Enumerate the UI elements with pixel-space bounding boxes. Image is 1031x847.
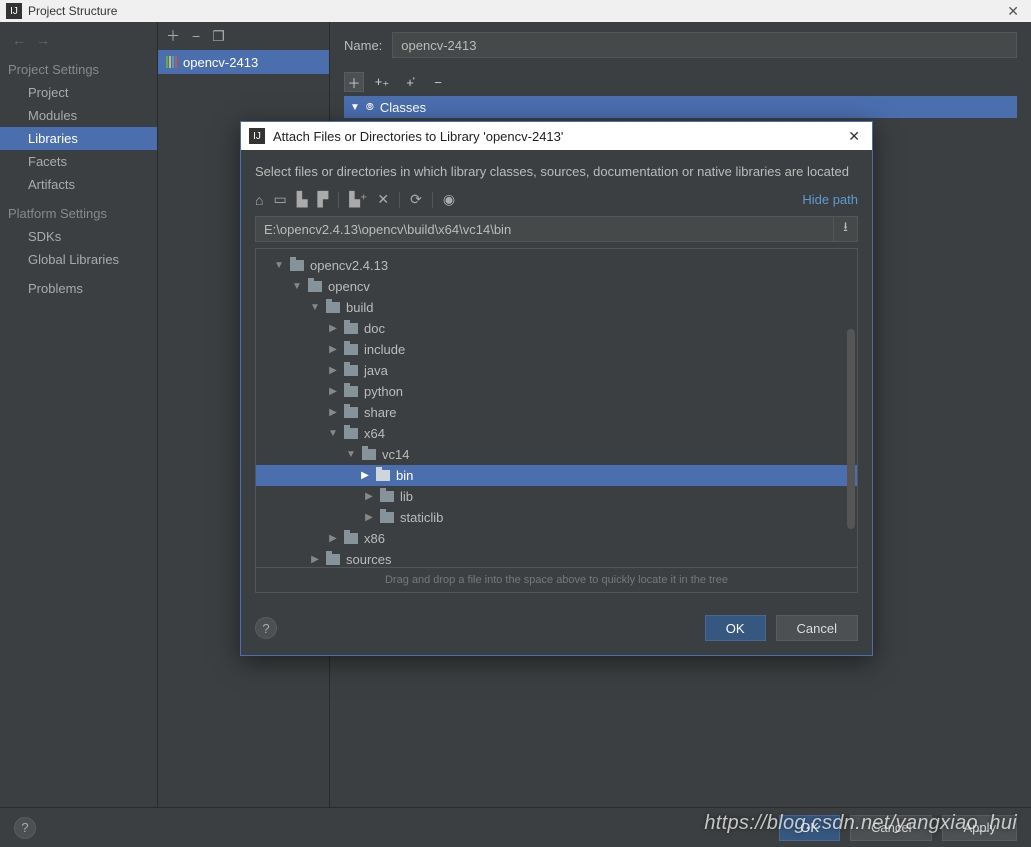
desktop-icon[interactable]: ▭	[273, 191, 286, 208]
chevron-right-icon[interactable]: ▶	[364, 512, 374, 523]
tree-row-label: lib	[400, 489, 413, 504]
tree-row-label: doc	[364, 321, 385, 336]
folder-icon	[344, 323, 358, 334]
tree-row-label: build	[346, 300, 373, 315]
delete-icon[interactable]: ✕	[377, 191, 389, 208]
tree-row-label: x64	[364, 426, 385, 441]
tree-row-label: staticlib	[400, 510, 443, 525]
toolbar-separator	[338, 192, 339, 208]
attach-files-dialog: IJ Attach Files or Directories to Librar…	[240, 121, 873, 656]
modal-overlay: IJ Attach Files or Directories to Librar…	[0, 0, 1031, 847]
tree-row-lib[interactable]: ▶ lib	[260, 486, 853, 507]
folder-icon	[344, 533, 358, 544]
folder-icon	[344, 344, 358, 355]
folder-icon	[344, 386, 358, 397]
folder-icon	[326, 302, 340, 313]
tree-row-label: include	[364, 342, 405, 357]
chevron-right-icon[interactable]: ▶	[328, 386, 338, 397]
dialog-message: Select files or directories in which lib…	[255, 164, 858, 179]
tree-row-opencv[interactable]: ▼ opencv	[260, 276, 853, 297]
new-folder-icon[interactable]: ▙⁺	[349, 191, 367, 208]
tree-row-label: opencv2.4.13	[310, 258, 388, 273]
hide-path-link[interactable]: Hide path	[802, 192, 858, 207]
tree-row-label: opencv	[328, 279, 370, 294]
drag-drop-hint: Drag and drop a file into the space abov…	[255, 568, 858, 593]
tree-row-share[interactable]: ▶ share	[260, 402, 853, 423]
dialog-help-button[interactable]: ?	[255, 617, 277, 639]
tree-row-label: x86	[364, 531, 385, 546]
scrollbar-thumb[interactable]	[847, 329, 855, 529]
tree-row-doc[interactable]: ▶ doc	[260, 318, 853, 339]
dialog-cancel-button[interactable]: Cancel	[776, 615, 858, 641]
dialog-footer: ? OK Cancel	[241, 605, 872, 655]
folder-icon	[344, 428, 358, 439]
tree-row-bin[interactable]: ▶ bin	[256, 465, 857, 486]
tree-row-java[interactable]: ▶ java	[260, 360, 853, 381]
tree-row-include[interactable]: ▶ include	[260, 339, 853, 360]
chevron-right-icon[interactable]: ▶	[310, 554, 320, 565]
tree-row-python[interactable]: ▶ python	[260, 381, 853, 402]
dialog-logo-icon: IJ	[249, 128, 265, 144]
chevron-right-icon[interactable]: ▶	[328, 344, 338, 355]
folder-icon	[376, 470, 390, 481]
tree-row-build[interactable]: ▼ build	[260, 297, 853, 318]
tree-row-x86[interactable]: ▶ x86	[260, 528, 853, 549]
tree-row-label: share	[364, 405, 397, 420]
file-tree[interactable]: ▼ opencv2.4.13 ▼ opencv ▼ build ▶ doc ▶ include ▶ j…	[255, 248, 858, 568]
tree-row-label: java	[364, 363, 388, 378]
chevron-down-icon[interactable]: ▼	[310, 302, 320, 313]
dialog-body: Select files or directories in which lib…	[241, 150, 872, 605]
home-icon[interactable]: ⌂	[255, 192, 263, 208]
path-history-button[interactable]: ⭳	[834, 216, 858, 242]
tree-row-vc14[interactable]: ▼ vc14	[260, 444, 853, 465]
module-icon[interactable]: ▛	[317, 191, 328, 208]
tree-row-label: bin	[396, 468, 413, 483]
tree-row-sources[interactable]: ▶ sources	[260, 549, 853, 568]
tree-row-staticlib[interactable]: ▶ staticlib	[260, 507, 853, 528]
chevron-down-icon[interactable]: ▼	[274, 260, 284, 271]
refresh-icon[interactable]: ⟳	[410, 191, 422, 208]
folder-icon	[362, 449, 376, 460]
file-chooser-toolbar: ⌂ ▭ ▙ ▛ ▙⁺ ✕ ⟳ ◉ Hide path	[255, 191, 858, 208]
chevron-down-icon[interactable]: ▼	[328, 428, 338, 439]
folder-icon	[380, 512, 394, 523]
chevron-right-icon[interactable]: ▶	[328, 323, 338, 334]
project-icon[interactable]: ▙	[297, 191, 308, 208]
dialog-titlebar: IJ Attach Files or Directories to Librar…	[241, 122, 872, 150]
folder-icon	[344, 365, 358, 376]
folder-icon	[380, 491, 394, 502]
dialog-close-button[interactable]: ✕	[844, 128, 864, 145]
tree-row-opencv2.4.13[interactable]: ▼ opencv2.4.13	[260, 255, 853, 276]
show-hidden-icon[interactable]: ◉	[443, 191, 455, 208]
chevron-right-icon[interactable]: ▶	[328, 365, 338, 376]
chevron-down-icon[interactable]: ▼	[292, 281, 302, 292]
chevron-down-icon[interactable]: ▼	[346, 449, 356, 460]
folder-icon	[326, 554, 340, 565]
tree-row-label: sources	[346, 552, 392, 567]
tree-row-x64[interactable]: ▼ x64	[260, 423, 853, 444]
dialog-title: Attach Files or Directories to Library '…	[273, 129, 844, 144]
chevron-right-icon[interactable]: ▶	[360, 470, 370, 481]
tree-row-label: vc14	[382, 447, 409, 462]
toolbar-separator	[432, 192, 433, 208]
path-row: ⭳	[255, 216, 858, 242]
chevron-right-icon[interactable]: ▶	[364, 491, 374, 502]
folder-icon	[344, 407, 358, 418]
chevron-right-icon[interactable]: ▶	[328, 533, 338, 544]
folder-icon	[308, 281, 322, 292]
path-input[interactable]	[255, 216, 834, 242]
chevron-right-icon[interactable]: ▶	[328, 407, 338, 418]
tree-row-label: python	[364, 384, 403, 399]
folder-icon	[290, 260, 304, 271]
dialog-ok-button[interactable]: OK	[705, 615, 766, 641]
toolbar-separator	[399, 192, 400, 208]
